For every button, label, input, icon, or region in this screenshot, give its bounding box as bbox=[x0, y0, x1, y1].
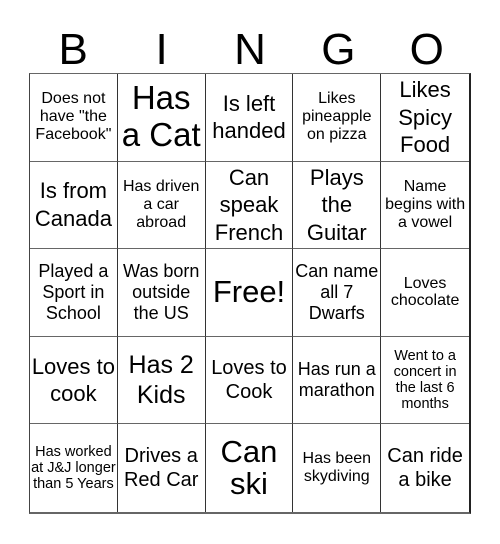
bingo-cell[interactable]: Went to a concert in the last 6 months bbox=[381, 337, 469, 425]
bingo-cell[interactable]: Was born outside the US bbox=[117, 249, 206, 337]
bingo-header: B I N G O bbox=[29, 28, 471, 72]
bingo-cell[interactable]: Does not have "the Facebook" bbox=[30, 74, 118, 162]
bingo-cell[interactable]: Loves to Cook bbox=[205, 336, 294, 425]
bingo-cell[interactable]: Has 2 Kids bbox=[117, 336, 206, 425]
header-letter-b: B bbox=[58, 25, 88, 74]
bingo-cell[interactable]: Plays the Guitar bbox=[293, 161, 382, 250]
header-letter-g: G bbox=[321, 25, 356, 74]
bingo-cell[interactable]: Has run a marathon bbox=[293, 336, 382, 425]
bingo-cell[interactable]: Has worked at J&J longer than 5 Years bbox=[30, 424, 118, 512]
bingo-cell[interactable]: Has a Cat bbox=[117, 74, 206, 162]
free-space[interactable]: Free! bbox=[205, 249, 294, 337]
bingo-cell[interactable]: Can name all 7 Dwarfs bbox=[293, 249, 382, 337]
bingo-cell[interactable]: Can speak French bbox=[205, 161, 294, 250]
bingo-cell[interactable]: Loves chocolate bbox=[381, 249, 469, 337]
bingo-cell[interactable]: Can ski bbox=[206, 424, 294, 512]
bingo-cell[interactable]: Name begins with a vowel bbox=[381, 162, 469, 250]
bingo-cell[interactable]: Loves to cook bbox=[30, 336, 118, 425]
bingo-cell[interactable]: Can ride a bike bbox=[381, 424, 469, 512]
bingo-cell[interactable]: Played a Sport in School bbox=[30, 249, 118, 337]
bingo-grid: Does not have "the Facebook" Has a Cat I… bbox=[29, 73, 471, 514]
bingo-cell[interactable]: Is from Canada bbox=[30, 161, 118, 250]
header-letter-n: N bbox=[234, 25, 266, 74]
header-letter-i: I bbox=[155, 25, 168, 74]
bingo-cell[interactable]: Drives a Red Car bbox=[118, 424, 206, 512]
bingo-cell[interactable]: Is left handed bbox=[205, 74, 294, 162]
bingo-cell[interactable]: Likes pineapple on pizza bbox=[293, 74, 382, 162]
bingo-cell[interactable]: Likes Spicy Food bbox=[381, 74, 469, 162]
bingo-cell[interactable]: Has been skydiving bbox=[293, 424, 382, 512]
bingo-cell[interactable]: Has driven a car abroad bbox=[117, 161, 206, 250]
header-letter-o: O bbox=[409, 25, 444, 74]
